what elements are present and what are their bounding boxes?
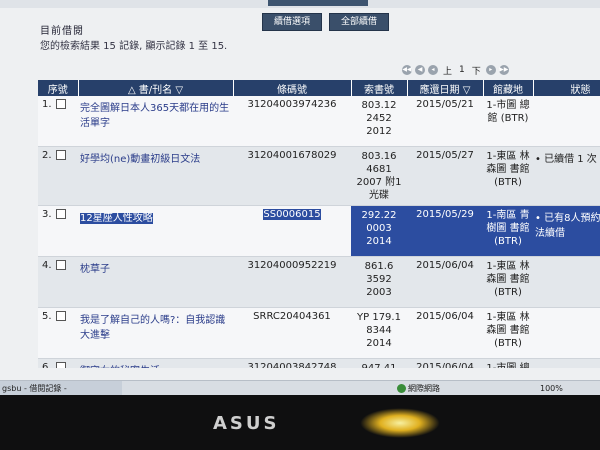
- top-strip: [0, 0, 600, 8]
- location: 1-南區 青樹圖 書館 (BTR): [483, 205, 533, 257]
- seq-number: 3.: [42, 209, 52, 220]
- section-title: 目前借閱: [40, 26, 84, 37]
- barcode: 31204003842748: [233, 358, 351, 368]
- browser-statusbar: gsbu - 借閱記錄 - 網際網路 100%: [0, 380, 600, 395]
- col-title-sort[interactable]: △ 書/刊名 ▽: [78, 80, 234, 96]
- table-row: 6. 御宅女的秘密生活 31204003842748 947.41 4264 2…: [38, 358, 600, 368]
- seq-number: 5.: [42, 311, 52, 322]
- row-checkbox[interactable]: [55, 99, 66, 109]
- book-title-link[interactable]: 12星座人性攻略: [78, 205, 233, 257]
- call-number: YP 179.1 8344 2014: [351, 307, 407, 359]
- row-checkbox[interactable]: [55, 209, 66, 219]
- status: [533, 256, 600, 308]
- call-number: 803.12 2452 2012: [351, 96, 407, 147]
- location: 1-東區 林森圖 書館 (BTR): [483, 307, 533, 359]
- title-highlight: 12星座人性攻略: [80, 213, 153, 224]
- row-seq: 3.: [38, 205, 78, 257]
- prev-fast-icon[interactable]: ◀: [415, 65, 425, 75]
- call-number: 947.41 4264 2011: [351, 358, 407, 368]
- row-seq: 1.: [38, 96, 78, 147]
- monitor-logo: ASUS: [213, 413, 280, 434]
- globe-icon: [397, 384, 406, 393]
- col-callno: 索書號: [351, 80, 408, 96]
- barcode: 31204000952219: [233, 256, 351, 308]
- status: [533, 358, 600, 368]
- monitor-bezel: ASUS: [0, 395, 600, 450]
- due-date: 2015/05/29: [407, 205, 483, 257]
- security-zone: 網際網路: [397, 383, 497, 394]
- row-seq: 6.: [38, 358, 78, 368]
- browser-viewport: 目前借閱 您的檢索結果 15 記錄, 顯示記錄 1 至 15. 續借選項 全部續…: [0, 0, 600, 395]
- book-title-link[interactable]: 好學均(ne)動畫初級日文法: [78, 146, 233, 206]
- location: 1-東區 林森圖 書館 (BTR): [483, 146, 533, 206]
- table-row: 3. 12星座人性攻略 SS0006015 292.22 0003 2014 2…: [38, 205, 600, 257]
- seq-number: 1.: [42, 99, 52, 110]
- row-checkbox[interactable]: [55, 260, 66, 270]
- statusbar-left: gsbu - 借閱記錄 -: [0, 381, 122, 395]
- table-row: 1. 完全圖解日本人365天都在用的生活單字 31204003974236 80…: [38, 96, 600, 147]
- table-row: 5. 我是了解自己的人嗎?：自我認識大進擊 SRRC20404361 YP 17…: [38, 307, 600, 359]
- barcode: 31204001678029: [233, 146, 351, 206]
- light-glare: [360, 408, 440, 438]
- status: • 已續借 1 次: [533, 146, 600, 206]
- location: 1-市圖 總館 (BTR): [483, 96, 533, 147]
- col-seq: 序號: [38, 80, 79, 96]
- due-date: 2015/06/04: [407, 358, 483, 368]
- due-date: 2015/05/27: [407, 146, 483, 206]
- row-seq: 2.: [38, 146, 78, 206]
- location: 1-東區 林森圖 書館 (BTR): [483, 256, 533, 308]
- book-title-link[interactable]: 完全圖解日本人365天都在用的生活單字: [78, 96, 233, 147]
- table-row: 2. 好學均(ne)動畫初級日文法 31204001678029 803.16 …: [38, 146, 600, 206]
- due-date: 2015/06/04: [407, 307, 483, 359]
- row-seq: 5.: [38, 307, 78, 359]
- col-status: 狀態: [533, 80, 600, 96]
- zoom-level[interactable]: 100%: [540, 381, 563, 395]
- pager-current[interactable]: 上: [441, 64, 454, 77]
- pager-last[interactable]: 下: [470, 64, 483, 77]
- loans-table-wrap: 序號 △ 書/刊名 ▽ 條碼號 索書號 應還日期 ▽ 館藏地 狀態 1. 完全圖…: [38, 80, 600, 368]
- pager-page[interactable]: 1: [457, 65, 467, 75]
- status: [533, 307, 600, 359]
- row-checkbox[interactable]: [55, 362, 66, 368]
- security-zone-label: 網際網路: [408, 384, 440, 393]
- col-barcode: 條碼號: [233, 80, 352, 96]
- row-checkbox[interactable]: [55, 311, 66, 321]
- col-location: 館藏地: [483, 80, 534, 96]
- book-title-link[interactable]: 枕草子: [78, 256, 233, 308]
- pager: ◀◀ ◀ ◂ 上 1 下 ▸ ▶▶: [402, 63, 509, 77]
- barcode: 31204003974236: [233, 96, 351, 147]
- result-summary: 您的檢索結果 15 記錄, 顯示記錄 1 至 15.: [40, 41, 228, 52]
- seq-number: 2.: [42, 150, 52, 161]
- renew-all-button[interactable]: 全部續借: [329, 13, 389, 31]
- seq-number: 6.: [42, 362, 52, 368]
- barcode: SRRC20404361: [233, 307, 351, 359]
- call-number: 292.22 0003 2014: [351, 205, 407, 257]
- seq-number: 4.: [42, 260, 52, 271]
- location: 1-市圖 總館 (BTR): [483, 358, 533, 368]
- call-number: 803.16 4681 2007 附1 光碟: [351, 146, 407, 206]
- due-date: 2015/05/21: [407, 96, 483, 147]
- row-seq: 4.: [38, 256, 78, 308]
- due-date: 2015/06/04: [407, 256, 483, 308]
- last-page-icon[interactable]: ▶▶: [498, 65, 509, 75]
- book-title-link[interactable]: 我是了解自己的人嗎?：自我認識大進擊: [78, 307, 233, 359]
- loans-table: 序號 △ 書/刊名 ▽ 條碼號 索書號 應還日期 ▽ 館藏地 狀態 1. 完全圖…: [38, 80, 600, 368]
- status: • 已有8人預約, 無法續借: [533, 205, 600, 257]
- call-number: 861.6 3592 2003: [351, 256, 407, 308]
- barcode-highlight: SS0006015: [263, 209, 321, 220]
- prev-page-icon[interactable]: ◂: [428, 65, 438, 75]
- first-page-icon[interactable]: ◀◀: [402, 65, 412, 75]
- status: [533, 96, 600, 147]
- barcode: SS0006015: [233, 205, 351, 257]
- row-checkbox[interactable]: [55, 150, 66, 160]
- col-due-sort[interactable]: 應還日期 ▽: [407, 80, 484, 96]
- book-title-link[interactable]: 御宅女的秘密生活: [78, 358, 233, 368]
- top-tab: [268, 0, 368, 6]
- table-row: 4. 枕草子 31204000952219 861.6 3592 2003 20…: [38, 256, 600, 308]
- renew-options-button[interactable]: 續借選項: [262, 13, 322, 31]
- next-page-icon[interactable]: ▸: [485, 65, 496, 75]
